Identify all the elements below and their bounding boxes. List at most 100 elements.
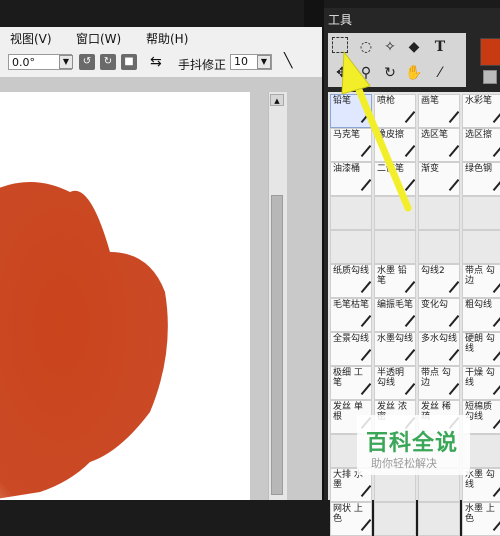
brush-cell[interactable]: [330, 230, 372, 264]
brush-label: 多水勾线: [421, 334, 458, 344]
brush-cell[interactable]: 硬朗 勾线: [462, 332, 500, 366]
menu-help[interactable]: 帮助(H): [146, 30, 188, 47]
annotation-arrow-icon: [341, 50, 412, 212]
brush-pen-icon: [448, 110, 459, 124]
brush-cell[interactable]: 水墨 上色: [462, 502, 500, 536]
brush-label: 编振毛笔: [377, 300, 414, 310]
brush-pen-icon: [448, 144, 459, 158]
brush-cell[interactable]: 水彩笔: [462, 94, 500, 128]
brush-pen-icon: [360, 518, 371, 532]
menu-window[interactable]: 窗口(W): [76, 30, 121, 47]
color-reset-icon[interactable]: [483, 70, 497, 84]
brush-cell[interactable]: 半透明 勾线: [374, 366, 416, 400]
brush-label: 带点 勾边: [465, 266, 495, 286]
stabilizer-dropdown-icon[interactable]: ▼: [257, 55, 271, 69]
brush-pen-icon: [492, 110, 500, 124]
brush-cell[interactable]: 带点 勾边: [462, 264, 500, 298]
brush-label: 粗勾线: [465, 300, 493, 310]
brush-pen-icon: [360, 484, 371, 498]
brush-label: 水墨 上色: [465, 504, 495, 524]
brush-pen-icon: [360, 280, 371, 294]
tools-panel-title: 工具: [328, 13, 353, 27]
watermark-slogan: 助你轻松解决: [371, 457, 437, 470]
brush-pen-icon: [404, 280, 415, 294]
brush-pen-icon: [448, 178, 459, 192]
brush-cell[interactable]: [374, 502, 416, 536]
brush-pen-icon: [492, 280, 500, 294]
stabilizer-label: 手抖修正: [178, 58, 227, 72]
brush-pen-icon: [492, 348, 500, 362]
angle-dropdown-icon[interactable]: ▼: [59, 55, 73, 69]
rotate-right-icon[interactable]: ↻: [100, 54, 116, 70]
brush-cell[interactable]: 绿色钢: [462, 162, 500, 196]
reset-rotation-icon[interactable]: ■: [121, 54, 137, 70]
menu-view[interactable]: 视图(V): [10, 30, 52, 47]
brush-pen-icon: [492, 178, 500, 192]
brush-cell[interactable]: 多水勾线: [418, 332, 460, 366]
brush-label: 纸质勾线: [333, 266, 370, 276]
brush-cell[interactable]: 渐变: [418, 162, 460, 196]
brush-label: 水墨 铅笔: [377, 266, 407, 286]
brush-cell[interactable]: [418, 502, 460, 536]
tool-options-bar: 0.0° ▼ ↺ ↻ ■ ⇆ 手抖修正 10 ▼ ╲: [0, 49, 322, 78]
brush-cell[interactable]: 水墨 铅笔: [374, 264, 416, 298]
brush-cell[interactable]: 毛笔枯笔: [330, 298, 372, 332]
brush-cell[interactable]: [374, 230, 416, 264]
brush-pen-icon: [360, 382, 371, 396]
brush-cell[interactable]: 选区擦: [462, 128, 500, 162]
brush-pen-icon: [492, 314, 500, 328]
brush-pen-icon: [492, 484, 500, 498]
brush-cell[interactable]: 极细 工笔: [330, 366, 372, 400]
brush-pen-icon: [448, 382, 459, 396]
flip-icon[interactable]: ⇆: [150, 54, 162, 70]
brush-label: 网状 上色: [333, 504, 363, 524]
brush-cell[interactable]: 全景勾线: [330, 332, 372, 366]
brush-label: 渐变: [421, 164, 440, 174]
text-tool-icon[interactable]: T: [430, 37, 450, 57]
brush-label: 选区笔: [421, 130, 449, 140]
brush-label: 带点 勾边: [421, 368, 451, 388]
brush-pen-icon: [448, 348, 459, 362]
brush-label: 半透明 勾线: [377, 368, 405, 388]
brush-label: 水彩笔: [465, 96, 493, 106]
brush-cell[interactable]: 选区笔: [418, 128, 460, 162]
brush-pen-icon: [448, 314, 459, 328]
brush-cell[interactable]: 变化勾: [418, 298, 460, 332]
brush-pen-icon: [360, 314, 371, 328]
brush-pen-icon: [492, 518, 500, 532]
brush-pen-icon: [448, 280, 459, 294]
primary-color-swatch[interactable]: [480, 38, 500, 66]
brush-cell[interactable]: [418, 230, 460, 264]
brush-cell[interactable]: [418, 196, 460, 230]
brush-cell[interactable]: 勾线2: [418, 264, 460, 298]
brush-cell[interactable]: 水墨勾线: [374, 332, 416, 366]
rotate-left-icon[interactable]: ↺: [79, 54, 95, 70]
brush-label: 硬朗 勾线: [465, 334, 495, 354]
brush-label: 选区擦: [465, 130, 493, 140]
brush-cell[interactable]: [462, 230, 500, 264]
brush-cell[interactable]: 纸质勾线: [330, 264, 372, 298]
menu-bar: 视图(V) 窗口(W) 帮助(H): [0, 27, 322, 50]
line-tool-icon[interactable]: ╲: [284, 53, 292, 69]
brush-cell[interactable]: [462, 196, 500, 230]
brush-label: 干燥 勾线: [465, 368, 495, 388]
brush-label: 画笔: [421, 96, 440, 106]
brush-cell[interactable]: 编振毛笔: [374, 298, 416, 332]
brush-cell[interactable]: 带点 勾边: [418, 366, 460, 400]
scrollbar-thumb[interactable]: [271, 195, 283, 495]
eyedropper-icon[interactable]: ⁄: [430, 63, 450, 83]
brush-label: 全景勾线: [333, 334, 370, 344]
brush-cell[interactable]: 干燥 勾线: [462, 366, 500, 400]
brush-label: 水墨勾线: [377, 334, 414, 344]
scroll-up-icon[interactable]: ▲: [270, 94, 284, 106]
brush-cell[interactable]: 网状 上色: [330, 502, 372, 536]
brush-pen-icon: [492, 144, 500, 158]
drawing-canvas[interactable]: [0, 92, 250, 500]
brush-cell[interactable]: 粗勾线: [462, 298, 500, 332]
painted-shape-icon: [0, 182, 168, 499]
brush-pen-icon: [360, 348, 371, 362]
brush-pen-icon: [404, 382, 415, 396]
brush-pen-icon: [404, 314, 415, 328]
brush-label: 勾线2: [421, 266, 445, 276]
brush-cell[interactable]: 画笔: [418, 94, 460, 128]
